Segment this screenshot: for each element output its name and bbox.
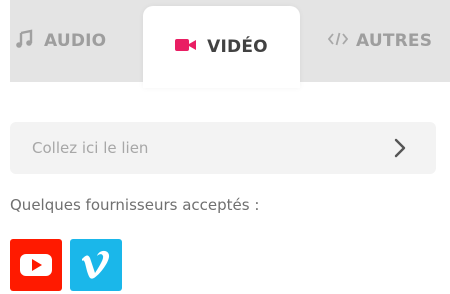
tab-other-label: AUTRES xyxy=(356,31,433,51)
video-camera-icon xyxy=(175,37,197,58)
tab-audio-label: AUDIO xyxy=(44,31,107,51)
chevron-right-icon[interactable] xyxy=(388,136,412,160)
providers-label: Quelques fournisseurs acceptés : xyxy=(10,196,260,214)
music-note-icon xyxy=(14,29,34,54)
vimeo-icon xyxy=(70,239,122,291)
tab-other[interactable]: AUTRES xyxy=(327,0,433,82)
tab-video[interactable]: VIDÉO xyxy=(143,6,300,88)
link-input-container xyxy=(10,122,436,174)
tab-video-label: VIDÉO xyxy=(207,37,268,57)
tab-audio[interactable]: AUDIO xyxy=(14,0,106,82)
page: AUDIO VIDÉO AUTRES Quelques fourni xyxy=(0,0,450,294)
code-icon xyxy=(327,31,349,52)
link-input[interactable] xyxy=(32,122,382,174)
youtube-icon xyxy=(10,239,62,291)
